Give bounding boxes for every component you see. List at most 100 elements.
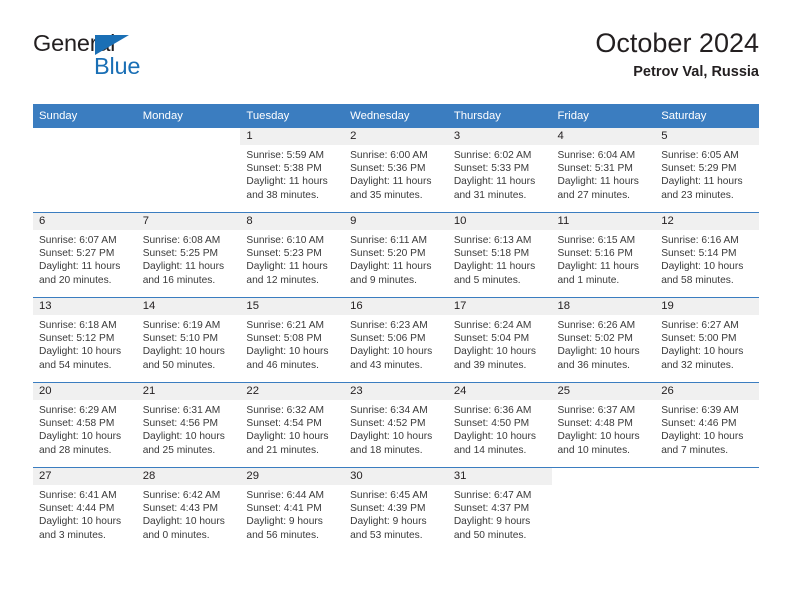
calendar-day-cell[interactable]: 9 Sunrise: 6:11 AM Sunset: 5:20 PM Daylight…	[344, 212, 448, 298]
daylight-duration-line1: Daylight: 11 hours	[350, 261, 432, 273]
calendar-day-cell[interactable]: 28 Sunrise: 6:42 AM Sunset: 4:43 PM Dayligh…	[136, 467, 241, 552]
sunrise-time: Sunrise: 6:23 AM	[350, 320, 428, 331]
sunset-time: Sunset: 5:23 PM	[246, 248, 322, 260]
calendar-cell-empty	[551, 467, 656, 552]
sunset-time: Sunset: 5:00 PM	[661, 333, 737, 345]
day-details: Sunrise: 6:07 AM Sunset: 5:27 PM Daylight:…	[33, 230, 137, 287]
calendar-day-cell[interactable]: 7 Sunrise: 6:08 AM Sunset: 5:25 PM Daylight…	[136, 212, 241, 298]
sunrise-time: Sunrise: 6:44 AM	[246, 490, 324, 501]
daylight-duration-line1: Daylight: 11 hours	[246, 176, 328, 188]
sunset-time: Sunset: 4:52 PM	[350, 418, 426, 430]
calendar-body: 1 Sunrise: 5:59 AM Sunset: 5:38 PM Daylight…	[33, 128, 759, 552]
sunset-time: Sunset: 5:06 PM	[350, 333, 426, 345]
day-number: 19	[655, 298, 759, 315]
daylight-duration-line1: Daylight: 10 hours	[39, 516, 122, 528]
calendar-day-cell[interactable]: 5 Sunrise: 6:05 AM Sunset: 5:29 PM Daylight…	[655, 128, 759, 213]
calendar-day-cell[interactable]: 15 Sunrise: 6:21 AM Sunset: 5:08 PM Dayligh…	[240, 297, 345, 383]
daylight-duration-line1: Daylight: 11 hours	[557, 176, 639, 188]
daylight-duration-line1: Daylight: 11 hours	[453, 261, 536, 273]
calendar-day-cell[interactable]: 11 Sunrise: 6:15 AM Sunset: 5:16 PM Dayligh…	[551, 212, 656, 298]
daylight-duration-line1: Daylight: 9 hours	[246, 516, 323, 528]
day-number: 20	[33, 383, 137, 400]
calendar-day-cell[interactable]: 3 Sunrise: 6:02 AM Sunset: 5:33 PM Daylight…	[447, 128, 552, 213]
daylight-duration-line2: and 14 minutes.	[453, 444, 527, 456]
calendar-day-cell[interactable]: 20 Sunrise: 6:29 AM Sunset: 4:58 PM Dayligh…	[33, 382, 137, 468]
calendar-day-cell[interactable]: 31 Sunrise: 6:47 AM Sunset: 4:37 PM Dayligh…	[447, 467, 552, 552]
calendar-day-cell[interactable]: 13 Sunrise: 6:18 AM Sunset: 5:12 PM Dayligh…	[33, 297, 137, 383]
calendar-day-cell[interactable]: 14 Sunrise: 6:19 AM Sunset: 5:10 PM Dayligh…	[136, 297, 241, 383]
day-details: Sunrise: 6:11 AM Sunset: 5:20 PM Daylight:…	[344, 230, 448, 287]
sunrise-time: Sunrise: 6:15 AM	[557, 235, 636, 246]
calendar-day-cell[interactable]: 21 Sunrise: 6:31 AM Sunset: 4:56 PM Dayligh…	[136, 382, 241, 468]
daylight-duration-line2: and 21 minutes.	[246, 444, 319, 456]
sunset-time: Sunset: 5:08 PM	[246, 333, 322, 345]
day-number: 18	[551, 298, 656, 315]
calendar-day-cell[interactable]: 25 Sunrise: 6:37 AM Sunset: 4:48 PM Dayligh…	[551, 382, 656, 468]
daylight-duration-line1: Daylight: 10 hours	[246, 346, 329, 358]
calendar-day-cell[interactable]: 10 Sunrise: 6:13 AM Sunset: 5:18 PM Dayligh…	[447, 212, 552, 298]
calendar-day-cell[interactable]: 2 Sunrise: 6:00 AM Sunset: 5:36 PM Daylight…	[344, 128, 448, 213]
day-details: Sunrise: 5:59 AM Sunset: 5:38 PM Daylight:…	[240, 145, 344, 202]
sunset-time: Sunset: 5:31 PM	[557, 163, 633, 175]
calendar-day-cell[interactable]: 17 Sunrise: 6:24 AM Sunset: 5:04 PM Dayligh…	[447, 297, 552, 383]
daylight-duration-line2: and 3 minutes.	[39, 529, 106, 541]
calendar-day-cell[interactable]: 16 Sunrise: 6:23 AM Sunset: 5:06 PM Dayligh…	[344, 297, 448, 383]
sunset-time: Sunset: 5:16 PM	[557, 248, 633, 260]
brand-logo[interactable]: General Blue	[33, 31, 253, 90]
sunrise-time: Sunrise: 6:13 AM	[453, 235, 532, 246]
daylight-duration-line1: Daylight: 10 hours	[661, 346, 744, 358]
calendar-day-cell[interactable]: 23 Sunrise: 6:34 AM Sunset: 4:52 PM Dayligh…	[344, 382, 448, 468]
sunrise-time: Sunrise: 6:32 AM	[246, 405, 324, 416]
weekday-header-saturday: Saturday	[655, 104, 759, 128]
title-block: October 2024 Petrov Val, Russia	[595, 28, 759, 81]
calendar-day-cell[interactable]: 29 Sunrise: 6:44 AM Sunset: 4:41 PM Dayligh…	[240, 467, 345, 552]
day-details: Sunrise: 6:18 AM Sunset: 5:12 PM Daylight:…	[33, 315, 137, 372]
day-details: Sunrise: 6:36 AM Sunset: 4:50 PM Daylight:…	[448, 400, 552, 457]
calendar-day-cell[interactable]: 22 Sunrise: 6:32 AM Sunset: 4:54 PM Dayligh…	[240, 382, 345, 468]
daylight-duration-line1: Daylight: 11 hours	[39, 261, 121, 273]
daylight-duration-line1: Daylight: 10 hours	[453, 346, 536, 358]
sunset-time: Sunset: 5:29 PM	[661, 163, 737, 175]
daylight-duration-line2: and 32 minutes.	[661, 359, 734, 371]
sunset-time: Sunset: 5:02 PM	[557, 333, 633, 345]
calendar-cell-empty	[33, 128, 137, 213]
daylight-duration-line2: and 20 minutes.	[39, 274, 112, 286]
calendar-day-cell[interactable]: 6 Sunrise: 6:07 AM Sunset: 5:27 PM Daylight…	[33, 212, 137, 298]
day-number	[33, 128, 137, 145]
calendar-day-cell[interactable]: 27 Sunrise: 6:41 AM Sunset: 4:44 PM Dayligh…	[33, 467, 137, 552]
daylight-duration-line2: and 58 minutes.	[661, 274, 734, 286]
sunrise-time: Sunrise: 6:27 AM	[661, 320, 739, 331]
calendar-day-cell[interactable]: 8 Sunrise: 6:10 AM Sunset: 5:23 PM Daylight…	[240, 212, 345, 298]
sunrise-time: Sunrise: 6:10 AM	[246, 235, 324, 246]
calendar-day-cell[interactable]: 30 Sunrise: 6:45 AM Sunset: 4:39 PM Dayligh…	[344, 467, 448, 552]
sunrise-time: Sunrise: 6:42 AM	[142, 490, 221, 501]
sunrise-time: Sunrise: 6:37 AM	[557, 405, 636, 416]
day-details: Sunrise: 6:19 AM Sunset: 5:10 PM Daylight:…	[137, 315, 241, 372]
calendar-table: Sunday Monday Tuesday Wednesday Thursday…	[33, 104, 759, 552]
daylight-duration-line2: and 16 minutes.	[142, 274, 216, 286]
page-header: General Blue October 2024 Petrov Val, Ru…	[33, 28, 759, 90]
sunrise-time: Sunrise: 6:11 AM	[350, 235, 427, 246]
calendar-day-cell[interactable]: 1 Sunrise: 5:59 AM Sunset: 5:38 PM Daylight…	[240, 128, 345, 213]
calendar-day-cell[interactable]: 19 Sunrise: 6:27 AM Sunset: 5:00 PM Dayligh…	[655, 297, 759, 383]
sunset-time: Sunset: 4:39 PM	[350, 503, 426, 515]
calendar-day-cell[interactable]: 24 Sunrise: 6:36 AM Sunset: 4:50 PM Dayligh…	[447, 382, 552, 468]
sunrise-time: Sunrise: 6:47 AM	[453, 490, 532, 501]
day-number: 29	[240, 468, 345, 485]
calendar-day-cell[interactable]: 12 Sunrise: 6:16 AM Sunset: 5:14 PM Dayligh…	[655, 212, 759, 298]
day-details: Sunrise: 6:16 AM Sunset: 5:14 PM Daylight:…	[655, 230, 759, 287]
sunset-time: Sunset: 4:50 PM	[453, 418, 530, 430]
day-details: Sunrise: 6:00 AM Sunset: 5:36 PM Daylight:…	[344, 145, 448, 202]
sunrise-time: Sunrise: 6:00 AM	[350, 150, 428, 161]
daylight-duration-line1: Daylight: 11 hours	[350, 176, 432, 188]
day-number: 4	[551, 128, 656, 145]
calendar-day-cell[interactable]: 26 Sunrise: 6:39 AM Sunset: 4:46 PM Dayligh…	[655, 382, 759, 468]
sunrise-time: Sunrise: 6:21 AM	[246, 320, 324, 331]
daylight-duration-line1: Daylight: 9 hours	[350, 516, 427, 528]
day-number: 17	[447, 298, 552, 315]
day-details: Sunrise: 6:45 AM Sunset: 4:39 PM Daylight:…	[344, 485, 448, 542]
calendar-day-cell[interactable]: 18 Sunrise: 6:26 AM Sunset: 5:02 PM Dayligh…	[551, 297, 656, 383]
daylight-duration-line2: and 10 minutes.	[557, 444, 631, 456]
day-number: 23	[344, 383, 448, 400]
calendar-day-cell[interactable]: 4 Sunrise: 6:04 AM Sunset: 5:31 PM Daylight…	[551, 128, 656, 213]
